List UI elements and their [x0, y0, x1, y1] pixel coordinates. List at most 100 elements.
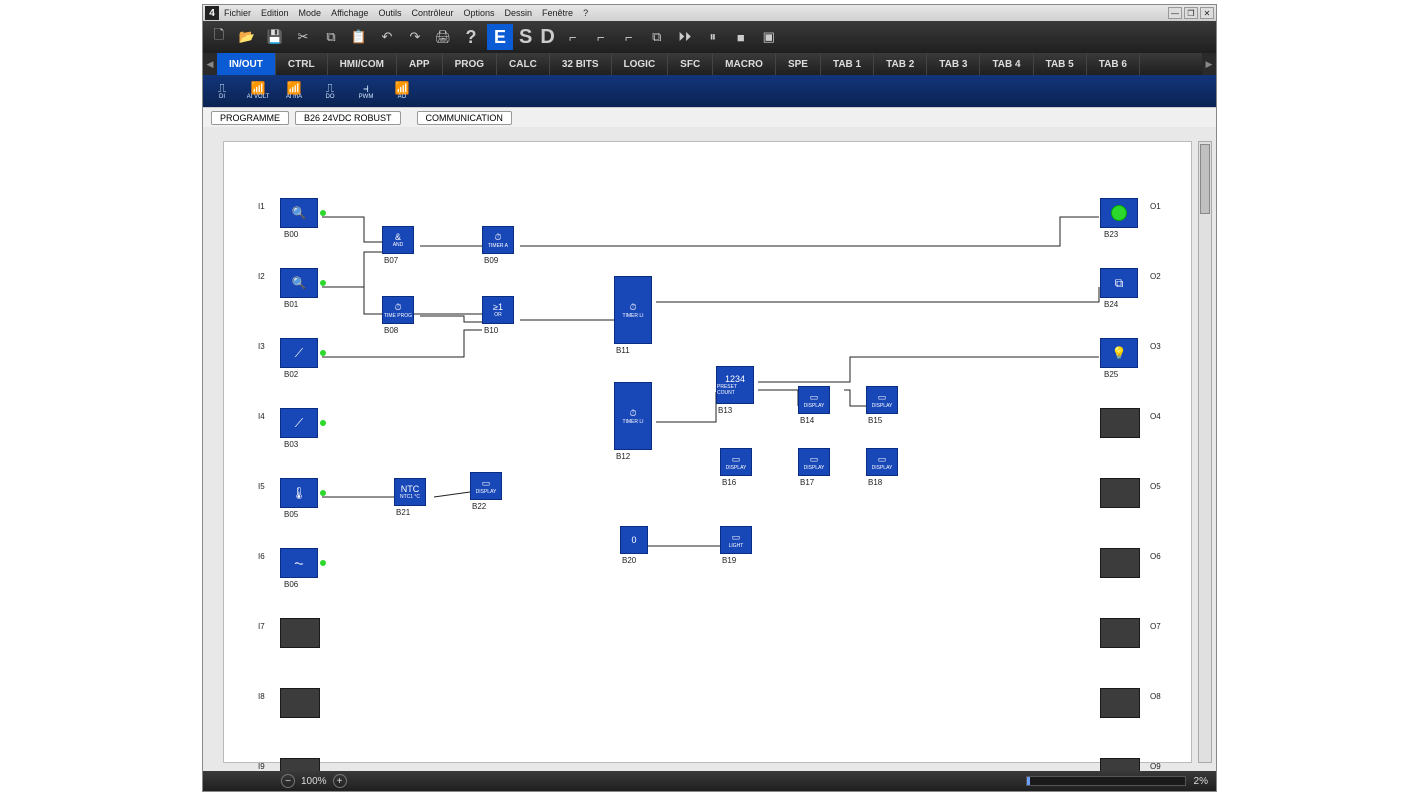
tab-app[interactable]: APP: [397, 53, 443, 75]
input-block-b01[interactable]: 🔍: [280, 268, 318, 298]
palette-ai-ma[interactable]: 📶AI mA: [279, 77, 309, 105]
palette-do[interactable]: ⎍DO: [315, 77, 345, 105]
input-empty-i9[interactable]: [280, 758, 320, 771]
menu-outils[interactable]: Outils: [378, 8, 401, 18]
vertical-scrollbar[interactable]: [1198, 141, 1212, 763]
palette-di[interactable]: ⎍DI: [207, 77, 237, 105]
output-empty-o6[interactable]: [1100, 548, 1140, 578]
save-button[interactable]: 💾: [263, 25, 287, 49]
menu-controleur[interactable]: Contrôleur: [411, 8, 453, 18]
menu-fenetre[interactable]: Fenêtre: [542, 8, 573, 18]
output-empty-o8[interactable]: [1100, 688, 1140, 718]
tool-g6[interactable]: ⏸: [701, 25, 725, 49]
tab-6[interactable]: TAB 6: [1087, 53, 1140, 75]
undo-button[interactable]: ↶: [375, 25, 399, 49]
logic-block-b13[interactable]: 1234PRESET COUNT: [716, 366, 754, 404]
logic-block-b16[interactable]: ▭DISPLAY: [720, 448, 752, 476]
mode-s-button[interactable]: S: [517, 26, 534, 49]
tab-1[interactable]: TAB 1: [821, 53, 874, 75]
copy-button[interactable]: ⧉: [319, 25, 343, 49]
logic-block-b14[interactable]: ▭DISPLAY: [798, 386, 830, 414]
input-empty-i8[interactable]: [280, 688, 320, 718]
menu-edition[interactable]: Edition: [261, 8, 289, 18]
tab-spe[interactable]: SPE: [776, 53, 821, 75]
menu-fichier[interactable]: Fichier: [224, 8, 251, 18]
cut-button[interactable]: ✂: [291, 25, 315, 49]
tab-5[interactable]: TAB 5: [1034, 53, 1087, 75]
tab-4[interactable]: TAB 4: [980, 53, 1033, 75]
logic-block-b11[interactable]: ⏱TIMER LI: [614, 276, 652, 344]
logic-block-b12[interactable]: ⏱TIMER LI: [614, 382, 652, 450]
menu-dessin[interactable]: Dessin: [505, 8, 533, 18]
redo-button[interactable]: ↷: [403, 25, 427, 49]
mode-e-button[interactable]: E: [487, 24, 513, 50]
tab-calc[interactable]: CALC: [497, 53, 550, 75]
open-button[interactable]: 📂: [235, 25, 259, 49]
mode-d-button[interactable]: D: [538, 26, 556, 49]
tab-macro[interactable]: MACRO: [713, 53, 776, 75]
print-button[interactable]: 🖨: [431, 25, 455, 49]
logic-block-b09[interactable]: ⏱TIMER A: [482, 226, 514, 254]
output-block-b24[interactable]: ⧉: [1100, 268, 1138, 298]
minimize-button[interactable]: —: [1168, 7, 1182, 19]
palette-ai-volt[interactable]: 📶AI VOLT: [243, 77, 273, 105]
tab-scroll-right[interactable]: ▶: [1202, 53, 1216, 75]
help-button[interactable]: ?: [459, 25, 483, 49]
menu-help[interactable]: ?: [583, 8, 588, 18]
logic-block-b15[interactable]: ▭DISPLAY: [866, 386, 898, 414]
output-block-b23[interactable]: [1100, 198, 1138, 228]
sheet-programme[interactable]: PROGRAMME: [211, 111, 289, 125]
tool-g4[interactable]: ⧉: [645, 25, 669, 49]
logic-block-b08[interactable]: ⏱TIME PROG: [382, 296, 414, 324]
menu-mode[interactable]: Mode: [299, 8, 322, 18]
input-block-b02[interactable]: ⟋: [280, 338, 318, 368]
input-block-b03[interactable]: ⟋: [280, 408, 318, 438]
palette-pwm[interactable]: ⫞PWM: [351, 77, 381, 105]
close-button[interactable]: ✕: [1200, 7, 1214, 19]
zoom-in-button[interactable]: +: [333, 774, 347, 788]
diagram-canvas[interactable]: I1🔍B00I2🔍B01I3⟋B02I4⟋B03I5🌡B05I6⏦B06I7I8…: [223, 141, 1192, 763]
tool-g5[interactable]: ⏵⏵: [673, 25, 697, 49]
tool-g3[interactable]: ⌐: [617, 25, 641, 49]
tool-g1[interactable]: ⌐: [561, 25, 585, 49]
logic-block-b21[interactable]: NTCNTC1 °C: [394, 478, 426, 506]
tab-sfc[interactable]: SFC: [668, 53, 713, 75]
paste-button[interactable]: 📋: [347, 25, 371, 49]
tab-hmicom[interactable]: HMI/COM: [328, 53, 397, 75]
sheet-communication[interactable]: COMMUNICATION: [417, 111, 512, 125]
logic-block-b22[interactable]: ▭DISPLAY: [470, 472, 502, 500]
tool-g2[interactable]: ⌐: [589, 25, 613, 49]
input-block-b05[interactable]: 🌡: [280, 478, 318, 508]
tab-32bits[interactable]: 32 BITS: [550, 53, 612, 75]
sheet-b26-24vdc[interactable]: B26 24VDC ROBUST: [295, 111, 401, 125]
logic-block-b19[interactable]: ▭LIGHT: [720, 526, 752, 554]
work-area[interactable]: I1🔍B00I2🔍B01I3⟋B02I4⟋B03I5🌡B05I6⏦B06I7I8…: [203, 127, 1216, 771]
menu-affichage[interactable]: Affichage: [331, 8, 368, 18]
tab-prog[interactable]: PROG: [443, 53, 497, 75]
tab-scroll-left[interactable]: ◀: [203, 53, 217, 75]
logic-block-b17[interactable]: ▭DISPLAY: [798, 448, 830, 476]
logic-block-b20[interactable]: 0: [620, 526, 648, 554]
tab-2[interactable]: TAB 2: [874, 53, 927, 75]
tool-g7[interactable]: ■: [729, 25, 753, 49]
output-empty-o9[interactable]: [1100, 758, 1140, 771]
input-empty-i7[interactable]: [280, 618, 320, 648]
scroll-thumb[interactable]: [1200, 144, 1210, 214]
logic-block-b07[interactable]: &AND: [382, 226, 414, 254]
tab-3[interactable]: TAB 3: [927, 53, 980, 75]
new-doc-button[interactable]: 🗋: [207, 25, 231, 49]
logic-block-b10[interactable]: ≥1OR: [482, 296, 514, 324]
tab-logic[interactable]: LOGIC: [612, 53, 669, 75]
input-block-b00[interactable]: 🔍: [280, 198, 318, 228]
logic-block-b18[interactable]: ▭DISPLAY: [866, 448, 898, 476]
input-block-b06[interactable]: ⏦: [280, 548, 318, 578]
tool-g8[interactable]: ▣: [757, 25, 781, 49]
tab-ctrl[interactable]: CTRL: [276, 53, 328, 75]
output-empty-o5[interactable]: [1100, 478, 1140, 508]
output-empty-o7[interactable]: [1100, 618, 1140, 648]
output-block-b25[interactable]: 💡: [1100, 338, 1138, 368]
palette-ao[interactable]: 📶AO: [387, 77, 417, 105]
tab-inout[interactable]: IN/OUT: [217, 53, 276, 75]
menu-options[interactable]: Options: [463, 8, 494, 18]
maximize-button[interactable]: ❐: [1184, 7, 1198, 19]
